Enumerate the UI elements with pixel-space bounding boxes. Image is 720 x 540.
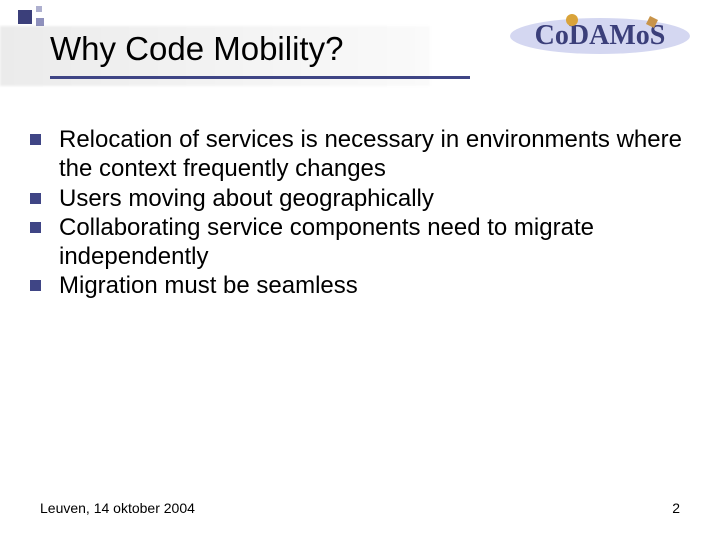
bullet-text: Migration must be seamless <box>59 271 358 300</box>
accent-square-small <box>36 6 42 12</box>
bullet-text: Users moving about geographically <box>59 184 434 213</box>
bullet-text: Relocation of services is necessary in e… <box>59 125 690 184</box>
square-bullet-icon <box>30 193 41 204</box>
list-item: Users moving about geographically <box>30 184 690 213</box>
footer-page-number: 2 <box>672 500 680 516</box>
bullet-list: Relocation of services is necessary in e… <box>30 125 690 301</box>
title-underline <box>50 76 470 79</box>
square-bullet-icon <box>30 222 41 233</box>
slide-footer: Leuven, 14 oktober 2004 2 <box>40 500 680 516</box>
accent-square-med <box>36 18 44 26</box>
list-item: Collaborating service components need to… <box>30 213 690 272</box>
square-bullet-icon <box>30 280 41 291</box>
title-block: Why Code Mobility? <box>50 30 660 79</box>
footer-location-date: Leuven, 14 oktober 2004 <box>40 500 195 516</box>
list-item: Migration must be seamless <box>30 271 690 300</box>
list-item: Relocation of services is necessary in e… <box>30 125 690 184</box>
accent-square-large <box>18 10 32 24</box>
square-bullet-icon <box>30 134 41 145</box>
bullet-text: Collaborating service components need to… <box>59 213 690 272</box>
slide-title: Why Code Mobility? <box>50 30 660 74</box>
